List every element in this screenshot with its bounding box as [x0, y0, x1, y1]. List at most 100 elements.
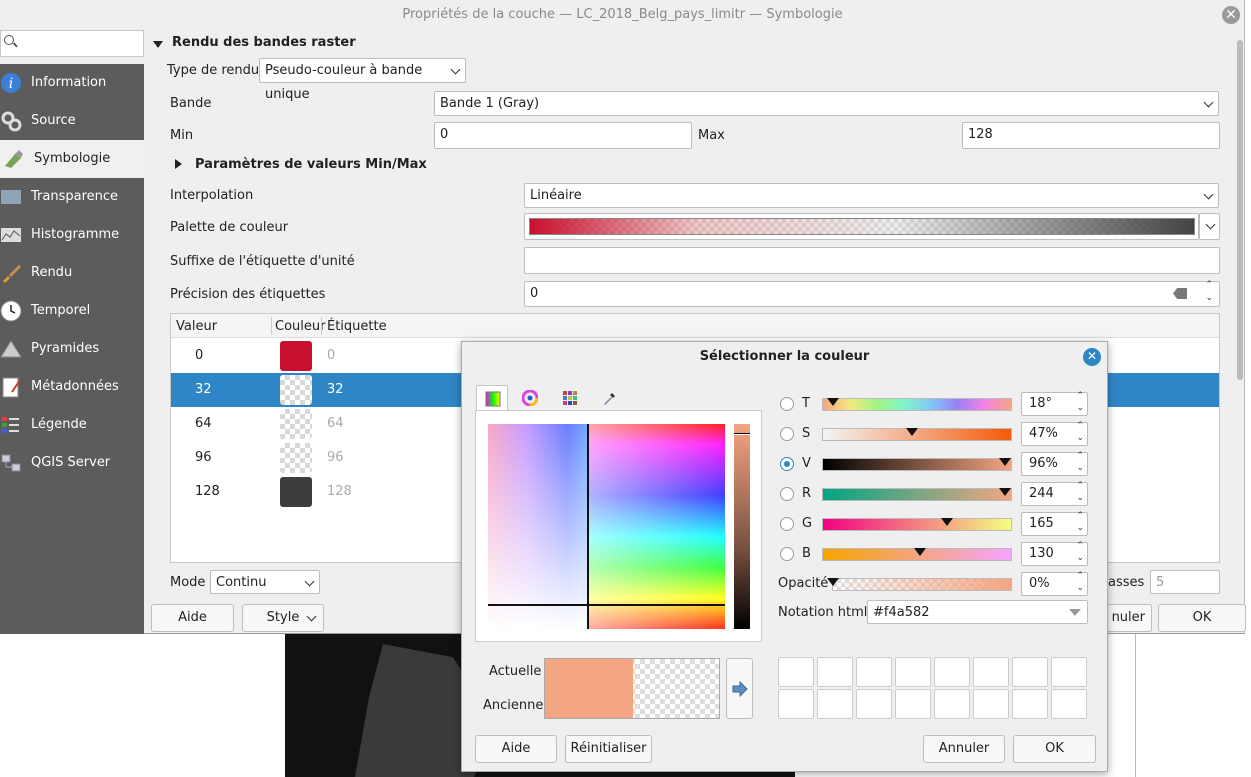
color-swatch[interactable] — [280, 375, 312, 405]
max-input[interactable]: 128 — [962, 122, 1220, 149]
color-swatch[interactable] — [280, 409, 312, 439]
expand-icon[interactable] — [175, 159, 182, 169]
precision-spinbox[interactable]: 0 ⌃ ⌄ — [524, 279, 1220, 307]
hue-slider[interactable] — [822, 398, 1012, 411]
swatch-cell[interactable] — [895, 689, 931, 719]
opacity-spinbox[interactable]: 0% — [1021, 570, 1088, 596]
close-icon[interactable]: ✕ — [1222, 6, 1240, 24]
dropdown-arrow-icon[interactable] — [1069, 609, 1081, 616]
radio-red[interactable] — [780, 487, 794, 501]
radio-blue[interactable] — [780, 547, 794, 561]
tab-swatches[interactable] — [554, 385, 586, 411]
swatch-cell[interactable] — [856, 657, 892, 687]
slider-handle[interactable] — [827, 578, 839, 586]
radio-hue[interactable] — [780, 397, 794, 411]
render-type-select[interactable]: Pseudo-couleur à bande unique — [259, 58, 466, 102]
sidebar-item-qgis-server[interactable]: QGIS Server — [0, 444, 144, 482]
swatch-cell[interactable] — [895, 657, 931, 687]
slider-handle[interactable] — [906, 428, 919, 436]
sidebar-item-temporel[interactable]: Temporel — [0, 292, 144, 330]
reset-button[interactable]: Réinitialiser — [565, 735, 652, 763]
slider-handle[interactable] — [826, 398, 839, 406]
opacity-slider[interactable] — [827, 578, 1012, 591]
cancel-button[interactable]: Annuler — [923, 735, 1005, 763]
swatch-cell[interactable] — [856, 689, 892, 719]
search-input[interactable] — [0, 30, 144, 57]
red-spinbox[interactable]: 244 — [1021, 480, 1088, 506]
band-select[interactable]: Bande 1 (Gray) — [434, 91, 1219, 116]
classes-label: asses — [1108, 575, 1145, 590]
swatch-cell[interactable] — [817, 689, 853, 719]
clear-icon[interactable] — [1173, 288, 1187, 299]
sidebar-item-histogramme[interactable]: Histogramme — [0, 216, 144, 254]
sidebar-item-rendu[interactable]: Rendu — [0, 254, 144, 292]
interpolation-select[interactable]: Linéaire — [524, 183, 1219, 208]
color-swatch[interactable] — [280, 443, 312, 473]
sidebar-item-metadonnees[interactable]: Métadonnées — [0, 368, 144, 406]
min-input[interactable]: 0 — [434, 122, 692, 149]
saturation-spinbox[interactable]: 47% — [1021, 420, 1088, 446]
slider-handle[interactable] — [940, 518, 953, 526]
radio-value[interactable] — [780, 457, 794, 471]
color-swatch[interactable] — [280, 477, 312, 507]
style-button[interactable]: Style — [242, 604, 324, 632]
blue-spinbox[interactable]: 130 — [1021, 540, 1088, 566]
swatch-cell[interactable] — [1051, 689, 1087, 719]
green-spinbox[interactable]: 165 — [1021, 510, 1088, 536]
add-to-swatch-button[interactable] — [726, 658, 753, 719]
color-area-hue[interactable] — [588, 424, 725, 629]
classes-spinbox[interactable]: 5 — [1150, 570, 1220, 594]
mode-select[interactable]: Continu — [210, 570, 320, 594]
color-swatch[interactable] — [280, 341, 312, 371]
spin-arrows-icon[interactable]: ⌃ ⌄ — [1205, 279, 1213, 305]
hue-spinbox[interactable]: 18° — [1021, 390, 1088, 416]
swatch-cell[interactable] — [973, 689, 1009, 719]
slider-handle[interactable] — [999, 458, 1012, 466]
swatch-cell[interactable] — [1012, 689, 1048, 719]
tab-color-ramp[interactable] — [476, 385, 508, 411]
current-label: Actuelle — [489, 664, 542, 679]
swatch-cell[interactable] — [934, 657, 970, 687]
swatch-cell[interactable] — [1051, 657, 1087, 687]
render-type-label: Type de rendu — [167, 63, 260, 78]
help-button[interactable]: Aide — [475, 735, 557, 763]
minmax-section-title[interactable]: Paramètres de valeurs Min/Max — [195, 157, 427, 172]
swatch-cell[interactable] — [778, 689, 814, 719]
swatch-cell[interactable] — [1012, 657, 1048, 687]
sidebar-item-information[interactable]: i Information — [0, 64, 144, 102]
value-slider-bar[interactable] — [822, 458, 1012, 471]
green-slider[interactable] — [822, 518, 1012, 531]
blue-slider[interactable] — [822, 548, 1012, 561]
red-slider-row: R 244 — [778, 480, 1088, 508]
tab-color-wheel[interactable] — [514, 385, 546, 411]
tab-eyedropper[interactable] — [594, 385, 626, 411]
value-slider[interactable] — [734, 424, 750, 629]
ok-button[interactable]: OK — [1013, 735, 1096, 763]
swatch-cell[interactable] — [973, 657, 1009, 687]
collapse-icon[interactable] — [153, 41, 163, 48]
scrollbar[interactable] — [1237, 40, 1243, 380]
close-icon[interactable]: ✕ — [1083, 348, 1101, 366]
saturation-slider[interactable] — [822, 428, 1012, 441]
value-spinbox[interactable]: 96% — [1021, 450, 1088, 476]
swatch-cell[interactable] — [817, 657, 853, 687]
slider-handle[interactable] — [913, 548, 926, 556]
sidebar-item-transparence[interactable]: Transparence — [0, 178, 144, 216]
unit-suffix-input[interactable] — [524, 247, 1220, 274]
blue-slider-row: B 130 — [778, 540, 1088, 568]
sidebar-item-source[interactable]: Source — [0, 102, 144, 140]
radio-saturation[interactable] — [780, 427, 794, 441]
sidebar-item-legende[interactable]: Légende — [0, 406, 144, 444]
html-notation-input[interactable]: #f4a582 — [867, 600, 1088, 624]
swatch-cell[interactable] — [934, 689, 970, 719]
palette-dropdown-button[interactable] — [1199, 213, 1220, 240]
ok-button[interactable]: OK — [1158, 604, 1246, 632]
swatch-cell[interactable] — [778, 657, 814, 687]
radio-green[interactable] — [780, 517, 794, 531]
red-slider[interactable] — [822, 488, 1012, 501]
palette-select[interactable] — [524, 213, 1199, 240]
slider-handle[interactable] — [999, 488, 1012, 496]
sidebar-item-pyramides[interactable]: Pyramides — [0, 330, 144, 368]
sidebar-item-symbologie[interactable]: Symbologie — [0, 140, 144, 178]
help-button[interactable]: Aide — [151, 604, 234, 632]
